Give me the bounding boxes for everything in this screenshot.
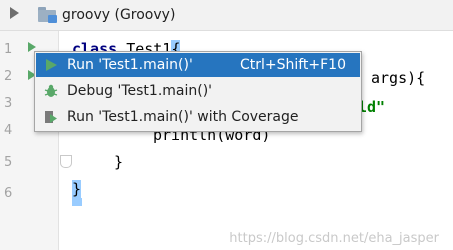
brace-match-highlight: } (72, 180, 82, 198)
line-number: 1 (4, 42, 13, 57)
module-folder-icon (38, 7, 58, 23)
run-context-menu: Run 'Test1.main()' Ctrl+Shift+F10 Debug … (34, 51, 362, 132)
line-number: 3 (4, 96, 13, 111)
line-number: 6 (4, 186, 13, 201)
menu-item-shortcut: Ctrl+Shift+F10 (239, 57, 346, 73)
line-number: 4 (4, 123, 13, 138)
brace-highlight-tail (72, 198, 82, 206)
menu-item-debug[interactable]: Debug 'Test1.main()' (36, 79, 360, 103)
breadcrumb-module-label[interactable]: groovy (Groovy) (62, 6, 175, 24)
code-line-5[interactable]: } (114, 153, 123, 171)
breadcrumb-bar: groovy (Groovy) (0, 0, 453, 31)
menu-item-run[interactable]: Run 'Test1.main()' Ctrl+Shift+F10 (36, 53, 360, 77)
code-line-3[interactable]: ld" (358, 98, 385, 116)
run-icon (46, 59, 57, 71)
code-line-6[interactable]: } (72, 180, 82, 198)
expand-arrow-icon[interactable] (10, 7, 19, 19)
debug-icon (44, 84, 58, 97)
code-line-2[interactable]: args){ (371, 69, 425, 87)
fold-marker-icon[interactable] (60, 155, 72, 168)
menu-item-run-coverage[interactable]: Run 'Test1.main()' with Coverage (36, 105, 360, 129)
line-number: 2 (4, 69, 13, 84)
watermark: https://blog.csdn.net/eha_jasper (229, 231, 439, 246)
menu-item-label: Run 'Test1.main()' with Coverage (67, 109, 299, 125)
menu-item-label: Debug 'Test1.main()' (67, 83, 213, 99)
coverage-icon (45, 111, 57, 123)
menu-item-label: Run 'Test1.main()' (67, 57, 193, 73)
line-number: 5 (4, 155, 13, 170)
